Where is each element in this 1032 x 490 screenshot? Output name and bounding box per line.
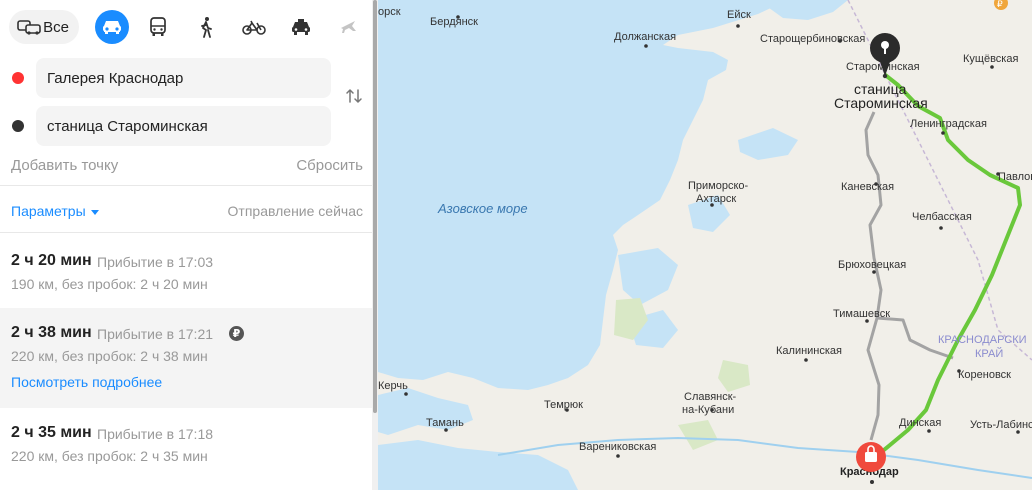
route-duration: 2 ч 35 мин	[11, 424, 92, 441]
mode-bike-button[interactable]	[237, 10, 271, 44]
transport-mode-bar: Все	[0, 0, 372, 56]
departure-time-selector[interactable]: Отправление сейчас	[228, 203, 363, 219]
route-option[interactable]: 2 ч 20 мин Прибытие в 17:03 190 км, без …	[0, 232, 372, 308]
parameters-label: Параметры	[11, 203, 86, 219]
region-label: КРАЙ	[975, 347, 1003, 360]
route-details: 220 км, без пробок: 2 ч 38 мин	[11, 348, 208, 364]
city-label: Ейск	[727, 9, 751, 21]
city-label: Должанская	[614, 31, 676, 43]
map-canvas[interactable]: Азовское море КРАСНОДАРСКИ КРАЙ орск Бер…	[378, 0, 1032, 490]
paid-road-icon: ₽	[229, 326, 244, 341]
region-label: КРАСНОДАРСКИ	[938, 334, 1027, 346]
mode-all-button[interactable]: Все	[9, 10, 79, 44]
city-label: Тимашевск	[833, 308, 890, 320]
city-label: Старощербиновская	[760, 33, 865, 45]
reset-link[interactable]: Сбросить	[296, 157, 363, 174]
route-duration: 2 ч 38 мин	[11, 324, 92, 341]
city-label: Ахтарск	[696, 193, 736, 205]
route-panel: Все Галерея Краснодар станица Староминск…	[0, 0, 372, 490]
svg-text:₽: ₽	[997, 0, 1003, 9]
origin-marker-icon[interactable]	[856, 442, 886, 472]
mode-all-label: Все	[43, 18, 69, 36]
divider	[0, 185, 372, 186]
city-label: Тамань	[426, 417, 464, 429]
city-label: Брюховецкая	[838, 259, 906, 271]
bike-icon	[242, 19, 266, 35]
destination-input[interactable]: станица Староминская	[36, 106, 331, 146]
city-label: Динская	[899, 417, 941, 429]
route-option-selected[interactable]: 2 ч 38 мин Прибытие в 17:21 ₽ 220 км, бе…	[0, 308, 372, 408]
city-label: Бердянск	[430, 16, 478, 28]
city-label: Калининская	[776, 345, 842, 357]
plane-icon	[339, 18, 357, 36]
city-label: Приморско-	[688, 180, 749, 192]
mode-taxi-button[interactable]	[284, 10, 318, 44]
add-point-link[interactable]: Добавить точку	[11, 157, 118, 174]
route-details: 220 км, без пробок: 2 ч 35 мин	[11, 448, 208, 464]
car-icon	[101, 19, 123, 35]
mode-car-button[interactable]	[95, 10, 129, 44]
city-label: Варениковская	[579, 441, 656, 453]
swap-button[interactable]	[342, 86, 366, 110]
swap-arrows-icon	[345, 88, 363, 109]
city-label: Ленинградская	[910, 118, 987, 130]
city-label: Усть-Лабинс	[970, 419, 1032, 431]
origin-input[interactable]: Галерея Краснодар	[36, 58, 331, 98]
city-label: Темрюк	[544, 399, 583, 411]
city-label: на-Кубани	[682, 404, 734, 416]
route-arrival: Прибытие в 17:03	[97, 254, 214, 270]
route-duration: 2 ч 20 мин	[11, 252, 92, 269]
mode-walk-button[interactable]	[189, 10, 223, 44]
origin-dot-icon	[12, 72, 24, 84]
city-label: Славянск-	[684, 391, 737, 403]
sea-label: Азовское море	[437, 201, 528, 216]
all-modes-icon	[17, 18, 43, 36]
city-label: Каневская	[841, 181, 894, 193]
taxi-icon	[290, 18, 312, 36]
panel-scrollbar-thumb[interactable]	[373, 0, 377, 413]
mode-plane-button[interactable]	[331, 10, 365, 44]
city-label: Челбасская	[912, 211, 972, 223]
destination-dot-icon	[12, 120, 24, 132]
city-label: Кореновск	[958, 369, 1011, 381]
route-arrival: Прибытие в 17:18	[97, 426, 214, 442]
city-label: Керчь	[378, 380, 408, 392]
origin-input-value: Галерея Краснодар	[47, 69, 184, 87]
route-option[interactable]: 2 ч 35 мин Прибытие в 17:18 220 км, без …	[0, 408, 372, 490]
route-arrival: Прибытие в 17:21	[97, 326, 214, 342]
mode-bus-button[interactable]	[141, 10, 175, 44]
route-details: 190 км, без пробок: 2 ч 20 мин	[11, 276, 208, 292]
route-details-link[interactable]: Посмотреть подробнее	[11, 374, 162, 390]
map-view[interactable]: Азовское море КРАСНОДАРСКИ КРАЙ орск Бер…	[378, 0, 1032, 490]
destination-label: Староминская	[834, 95, 928, 111]
chevron-down-icon	[90, 203, 99, 219]
bus-icon	[149, 17, 167, 37]
walk-icon	[198, 16, 214, 38]
destination-input-value: станица Староминская	[47, 117, 208, 135]
city-label: орск	[378, 6, 401, 18]
city-label: Павлов	[998, 171, 1032, 183]
city-label: Кущёвская	[963, 53, 1018, 65]
parameters-button[interactable]: Параметры	[11, 203, 99, 219]
